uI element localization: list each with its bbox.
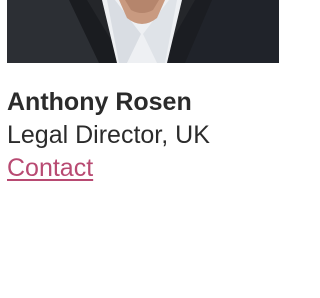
contact-link[interactable]: Contact <box>7 153 93 183</box>
person-title: Legal Director, UK <box>7 121 210 149</box>
profile-card: Anthony Rosen Legal Director, UK Contact <box>0 0 279 298</box>
person-name: Anthony Rosen <box>7 88 192 116</box>
profile-photo-image <box>7 0 279 63</box>
profile-photo <box>7 0 279 63</box>
